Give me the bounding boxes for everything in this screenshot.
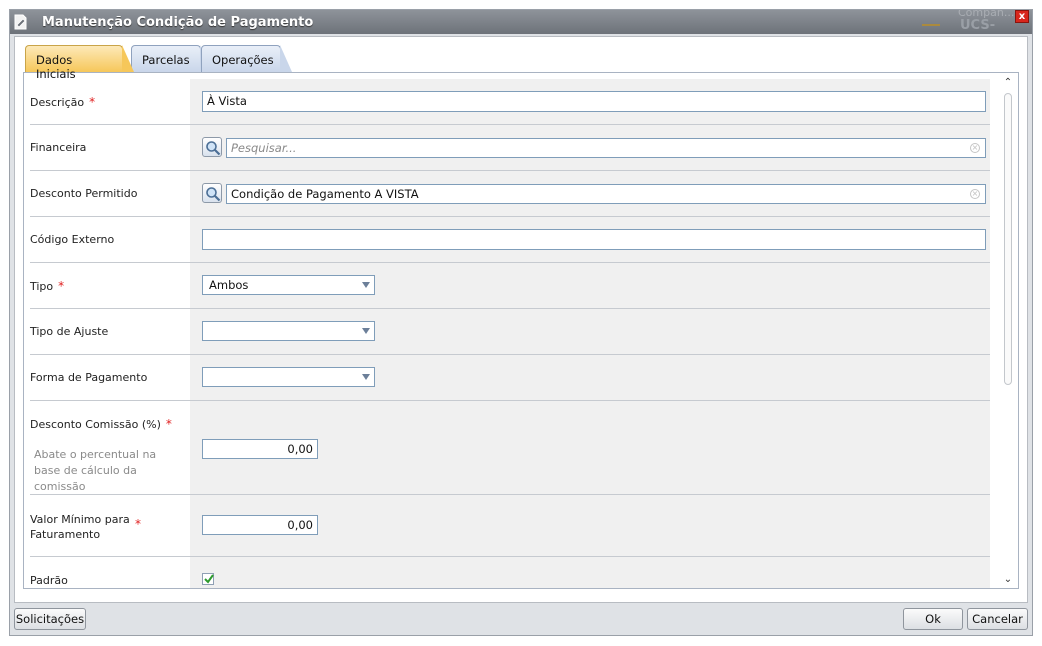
dialog-body: Parcelas Operações Dados Iniciais Descri…	[14, 36, 1028, 603]
financeira-search-input[interactable]: Pesquisar... ×	[226, 138, 986, 158]
clear-icon[interactable]: ×	[970, 143, 980, 153]
required-marker: *	[135, 517, 141, 531]
checkmark-icon	[204, 574, 214, 584]
tipo-ajuste-label-cell: Tipo de Ajuste	[30, 309, 190, 354]
required-marker: *	[58, 279, 65, 293]
desconto-permitido-label-cell: Desconto Permitido	[30, 171, 190, 216]
ok-button[interactable]: Ok	[903, 608, 963, 630]
dropdown-arrow-icon	[362, 374, 370, 380]
financeira-search-button[interactable]	[202, 137, 222, 157]
row-valor-minimo: Valor Mínimo para Faturamento * 0,00	[30, 495, 990, 557]
magnifier-icon	[206, 187, 221, 202]
descricao-input[interactable]: À Vista	[202, 91, 986, 112]
financeira-label: Financeira	[30, 141, 87, 154]
required-marker: *	[89, 95, 96, 109]
tipo-select[interactable]: Ambos	[202, 275, 375, 295]
valor-minimo-label: Valor Mínimo para Faturamento	[30, 513, 130, 541]
tipo-ajuste-select[interactable]	[202, 321, 375, 341]
required-marker: *	[165, 417, 172, 431]
descricao-label-text: Descrição	[30, 96, 85, 109]
title-bar[interactable]: Manutenção Condição de Pagamento Compan.…	[10, 10, 1032, 34]
valor-minimo-input[interactable]: 0,00	[202, 515, 318, 535]
cancelar-button[interactable]: Cancelar	[967, 608, 1028, 630]
tab-notch	[122, 45, 134, 72]
financeira-placeholder: Pesquisar...	[231, 141, 297, 155]
financeira-value-cell: Pesquisar... ×	[190, 125, 990, 170]
form-panel: Descrição * À Vista Financeira Pesquisar…	[23, 72, 1019, 589]
codigo-externo-label-cell: Código Externo	[30, 217, 190, 262]
descricao-value-cell: À Vista	[190, 79, 990, 124]
desconto-comissao-label-cell: Desconto Comissão (%) * Abate o percentua…	[30, 401, 190, 494]
tipo-label-text: Tipo	[30, 280, 54, 293]
tab-dados-iniciais-label: Dados Iniciais	[36, 53, 76, 81]
tipo-label: Tipo *	[30, 279, 64, 293]
valor-minimo-value-cell: 0,00	[190, 495, 990, 556]
desconto-comissao-label-text: Desconto Comissão (%)	[30, 418, 161, 431]
desconto-permitido-value: Condição de Pagamento A VISTA	[231, 187, 419, 201]
tab-notch	[280, 45, 292, 72]
dropdown-arrow-icon	[362, 328, 370, 334]
tab-parcelas-label: Parcelas	[142, 53, 190, 67]
tab-operacoes-label: Operações	[212, 53, 274, 67]
row-padrao: Padrão	[30, 557, 990, 588]
valor-minimo-label-cell: Valor Mínimo para Faturamento *	[30, 495, 190, 556]
tipo-label-cell: Tipo *	[30, 263, 190, 308]
forma-pagamento-value-cell	[190, 355, 990, 400]
close-button[interactable]: x	[1015, 10, 1029, 23]
desconto-permitido-input[interactable]: Condição de Pagamento A VISTA ×	[226, 184, 986, 204]
forma-pagamento-label: Forma de Pagamento	[30, 371, 148, 384]
desconto-permitido-label: Desconto Permitido	[30, 187, 138, 200]
scroll-down-icon[interactable]: ⌄	[1002, 574, 1014, 586]
padrao-value-cell	[190, 557, 990, 588]
row-tipo: Tipo * Ambos	[30, 263, 990, 309]
desconto-permitido-search-button[interactable]	[202, 183, 222, 203]
descricao-label: Descrição *	[30, 95, 95, 109]
padrao-label: Padrão	[30, 574, 68, 587]
tab-dados-iniciais[interactable]: Dados Iniciais	[25, 45, 134, 81]
row-descricao: Descrição * À Vista	[30, 79, 990, 125]
scrollbar-thumb[interactable]	[1004, 93, 1012, 385]
tipo-value-cell: Ambos	[190, 263, 990, 308]
descricao-label-cell: Descrição *	[30, 79, 190, 124]
padrao-checkbox[interactable]	[202, 573, 214, 585]
dialog-window: Manutenção Condição de Pagamento Compan.…	[9, 9, 1033, 636]
row-desconto-comissao: Desconto Comissão (%) * Abate o percentua…	[30, 401, 990, 495]
desconto-comissao-input[interactable]: 0,00	[202, 439, 318, 459]
tab-operacoes[interactable]: Operações	[201, 45, 292, 72]
desconto-comissao-value-cell: 0,00	[190, 401, 990, 494]
tab-parcelas[interactable]: Parcelas	[131, 45, 212, 72]
magnifier-icon	[206, 141, 221, 156]
forma-pagamento-label-cell: Forma de Pagamento	[30, 355, 190, 400]
row-codigo-externo: Código Externo	[30, 217, 990, 263]
desconto-comissao-label: Desconto Comissão (%) *	[30, 417, 172, 431]
scroll-up-icon[interactable]: ⌃	[1002, 77, 1014, 89]
document-edit-icon	[14, 14, 27, 30]
background-grid-icon	[922, 24, 940, 34]
row-forma-pagamento: Forma de Pagamento	[30, 355, 990, 401]
codigo-externo-value-cell	[190, 217, 990, 262]
row-tipo-ajuste: Tipo de Ajuste	[30, 309, 990, 355]
row-financeira: Financeira Pesquisar... ×	[30, 125, 990, 171]
clear-icon[interactable]: ×	[970, 189, 980, 199]
forma-pagamento-select[interactable]	[202, 367, 375, 387]
solicitacoes-button[interactable]: Solicitações	[14, 608, 86, 630]
dropdown-arrow-icon	[362, 282, 370, 288]
desconto-comissao-hint: Abate o percentual na base de cálculo da…	[34, 448, 157, 493]
codigo-externo-label: Código Externo	[30, 233, 115, 246]
vertical-scrollbar[interactable]: ⌃ ⌄	[1000, 75, 1016, 586]
financeira-label-cell: Financeira	[30, 125, 190, 170]
desconto-permitido-value-cell: Condição de Pagamento A VISTA ×	[190, 171, 990, 216]
tipo-ajuste-value-cell	[190, 309, 990, 354]
tipo-selected-value: Ambos	[209, 278, 249, 292]
row-desconto-permitido: Desconto Permitido Condição de Pagamento…	[30, 171, 990, 217]
padrao-label-cell: Padrão	[30, 557, 190, 588]
window-title: Manutenção Condição de Pagamento	[42, 15, 314, 30]
codigo-externo-input[interactable]	[202, 229, 986, 250]
tipo-ajuste-label: Tipo de Ajuste	[30, 325, 109, 338]
